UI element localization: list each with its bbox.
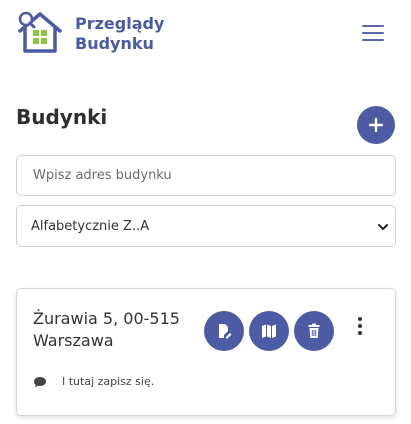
logo-house-icon[interactable] <box>15 9 65 55</box>
building-note: I tutaj zapisz się. <box>62 375 155 388</box>
chevron-down-icon <box>378 224 388 230</box>
building-address[interactable]: Żurawia 5, 00-515 Warszawa <box>33 308 193 352</box>
more-options-icon[interactable] <box>353 315 367 337</box>
edit-icon <box>219 324 232 339</box>
hamburger-menu-icon[interactable] <box>358 20 388 46</box>
map-button[interactable] <box>249 311 289 351</box>
sort-select[interactable]: Alfabetycznie Z..A <box>16 205 396 247</box>
search-input[interactable] <box>16 155 396 196</box>
page-title: Budynki <box>16 105 108 129</box>
building-card[interactable]: Żurawia 5, 00-515 Warszawa I tutaj zapis… <box>16 288 396 416</box>
comment-icon <box>34 377 46 388</box>
add-building-button[interactable] <box>357 106 395 144</box>
brand-line-1: Przeglądy <box>75 14 165 33</box>
delete-button[interactable] <box>294 311 334 351</box>
brand-line-2: Budynku <box>75 34 154 53</box>
app-header: Przeglądy Budynku <box>0 0 411 70</box>
brand-name[interactable]: Przeglądy Budynku <box>75 14 164 54</box>
map-icon <box>262 324 276 338</box>
plus-icon <box>369 118 383 132</box>
sort-selected-value: Alfabetycznie Z..A <box>31 218 150 234</box>
trash-icon <box>308 323 320 338</box>
edit-button[interactable] <box>204 311 244 351</box>
